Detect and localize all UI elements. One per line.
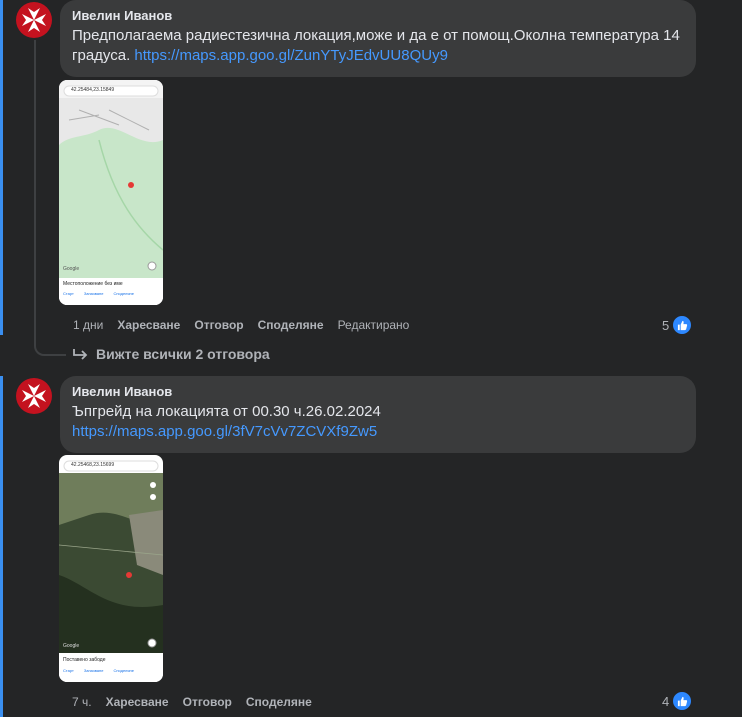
map-google-brand: Google bbox=[63, 643, 80, 649]
comment-actions: 1 дни Харесване Отговор Споделяне Редакт… bbox=[73, 318, 423, 332]
reply-button[interactable]: Отговор bbox=[183, 695, 232, 709]
like-button[interactable]: Харесване bbox=[117, 318, 180, 332]
reaction-summary[interactable]: 4 bbox=[662, 691, 693, 711]
map-google-brand: Google bbox=[63, 266, 80, 272]
comment-author[interactable]: Ивелин Иванов bbox=[72, 8, 684, 24]
thread-connector-elbow bbox=[34, 318, 66, 356]
map-search-text: 42.25484,23.15849 bbox=[71, 87, 115, 93]
like-button[interactable]: Харесване bbox=[106, 695, 169, 709]
thread-accent-bar bbox=[0, 376, 3, 717]
map-place-title: Поставено забоде bbox=[63, 657, 106, 663]
map-share-action: Споделяне bbox=[113, 668, 134, 673]
view-replies-label: Вижте всички 2 отговора bbox=[96, 346, 270, 362]
maltese-cross-logo bbox=[22, 384, 46, 408]
map-actions-row: Старт Запазване Споделяне bbox=[63, 291, 134, 296]
map-screenshot-thumbnail[interactable]: 42.25484,23.15849 Google Местоположение … bbox=[59, 80, 163, 305]
avatar[interactable] bbox=[16, 378, 52, 414]
share-button[interactable]: Споделяне bbox=[258, 318, 324, 332]
map-save-action: Запазване bbox=[83, 291, 104, 296]
comment-link[interactable]: https://maps.app.goo.gl/ZunYTyJEdvUU8QUy… bbox=[134, 47, 447, 64]
reaction-count: 4 bbox=[662, 693, 670, 709]
map-start-action: Старт bbox=[63, 668, 74, 673]
maltese-cross-logo bbox=[22, 8, 46, 32]
map-screenshot-thumbnail[interactable]: 42.25468,23.15699 Google Поставено забод… bbox=[59, 455, 163, 682]
comment-time[interactable]: 1 дни bbox=[73, 318, 103, 332]
comment-time[interactable]: 7 ч. bbox=[72, 695, 92, 709]
comment-link[interactable]: https://maps.app.goo.gl/3fV7cVv7ZCVXf9Zw… bbox=[72, 423, 377, 440]
thread-connector bbox=[34, 40, 36, 320]
reply-button[interactable]: Отговор bbox=[194, 318, 243, 332]
comment-bubble: Ивелин Иванов Предполагаема радиестезичн… bbox=[60, 0, 696, 77]
map-search-text: 42.25468,23.15699 bbox=[71, 462, 115, 468]
edited-label: Редактирано bbox=[337, 318, 410, 332]
thread-accent-bar bbox=[0, 0, 3, 335]
map-start-action: Старт bbox=[63, 291, 74, 296]
comment-bubble: Ивелин Иванов Ъпгрейд на локацията от 00… bbox=[60, 376, 696, 453]
like-reaction-icon bbox=[672, 691, 693, 711]
share-button[interactable]: Споделяне bbox=[246, 695, 312, 709]
view-all-replies-button[interactable]: Вижте всички 2 отговора bbox=[72, 346, 270, 362]
reply-arrow-icon bbox=[73, 349, 88, 360]
map-actions-row: Старт Запазване Споделяне bbox=[63, 668, 134, 673]
reaction-summary[interactable]: 5 bbox=[662, 315, 693, 335]
comment-text: Ъпгрейд на локацията от 00.30 ч.26.02.20… bbox=[72, 403, 381, 440]
map-place-title: Местоположение без име bbox=[63, 281, 123, 287]
like-reaction-icon bbox=[672, 315, 693, 335]
comment-author[interactable]: Ивелин Иванов bbox=[72, 384, 684, 400]
map-share-action: Споделяне bbox=[113, 291, 134, 296]
comment-text: Предполагаема радиестезична локация,може… bbox=[72, 27, 680, 64]
map-save-action: Запазване bbox=[83, 668, 104, 673]
avatar[interactable] bbox=[16, 2, 52, 38]
comment-actions: 7 ч. Харесване Отговор Споделяне bbox=[72, 695, 326, 709]
reaction-count: 5 bbox=[662, 317, 670, 333]
